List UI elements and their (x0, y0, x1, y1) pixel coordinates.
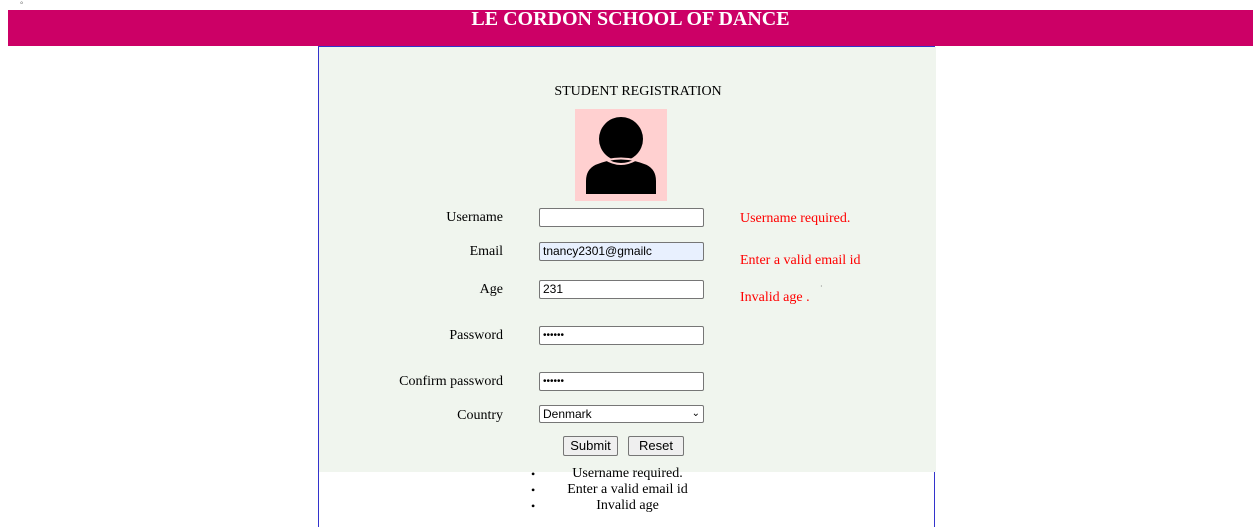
age-error: Invalid age . (740, 290, 810, 305)
site-title: LE CORDON SCHOOL OF DANCE (471, 8, 790, 30)
reset-button[interactable]: Reset (628, 436, 684, 456)
country-select[interactable]: Denmark ⌄ (539, 405, 704, 423)
country-label: Country (457, 408, 503, 423)
site-header: LE CORDON SCHOOL OF DANCE (8, 8, 1253, 46)
username-label: Username (446, 210, 503, 225)
user-silhouette-icon (584, 117, 658, 196)
summary-text: Username required. (572, 466, 683, 481)
bullet: • (531, 467, 536, 481)
confirm-password-label: Confirm password (399, 374, 503, 389)
stray-dot: · (820, 282, 823, 291)
list-item: • Username required. (319, 466, 936, 482)
avatar (575, 109, 667, 201)
age-label: Age (479, 282, 503, 297)
email-label: Email (469, 244, 503, 259)
password-input[interactable]: •••••• (539, 326, 704, 345)
chevron-down-icon: ⌄ (691, 408, 700, 419)
list-item: • Invalid age (319, 498, 936, 514)
error-summary: • Username required. • Enter a valid ema… (319, 466, 936, 514)
country-select-value: Denmark (543, 407, 592, 421)
password-label: Password (449, 328, 503, 343)
list-item: • Enter a valid email id (319, 482, 936, 498)
summary-text: Invalid age (596, 498, 659, 513)
age-input[interactable]: 231 (539, 280, 704, 299)
bullet: • (531, 483, 536, 497)
bullet: • (531, 499, 536, 513)
email-input[interactable]: tnancy2301@gmailc (539, 242, 704, 261)
corner-mark: ° (20, 0, 24, 9)
form-title: STUDENT REGISTRATION (554, 84, 722, 99)
submit-button[interactable]: Submit (563, 436, 618, 456)
summary-text: Enter a valid email id (567, 482, 688, 497)
confirm-password-input[interactable]: •••••• (539, 372, 704, 391)
username-error: Username required. (740, 211, 851, 226)
email-error: Enter a valid email id (740, 253, 861, 268)
username-input[interactable] (539, 208, 704, 227)
